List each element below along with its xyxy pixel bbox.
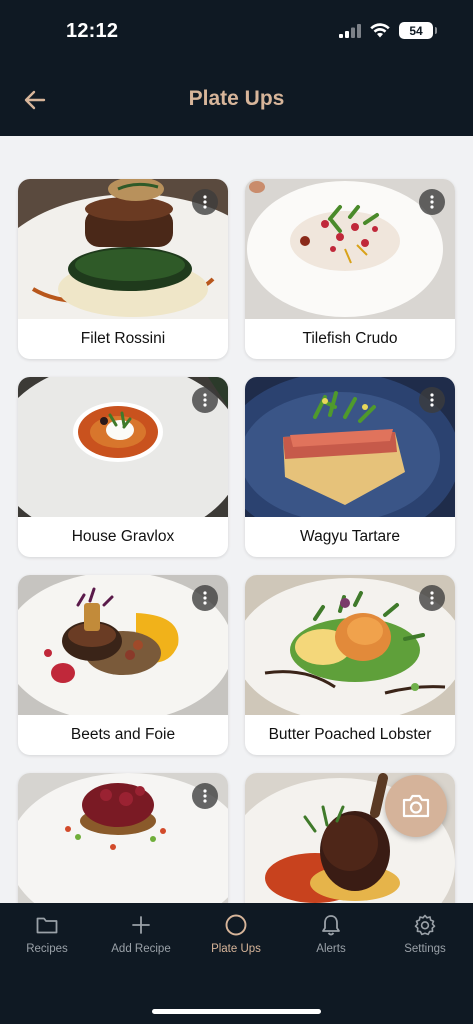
plate-title: Butter Poached Lobster <box>268 726 432 743</box>
status-bar: 12:12 54 <box>0 0 473 62</box>
plate-card[interactable]: Wagyu Tartare <box>245 377 455 557</box>
battery-indicator: 54 <box>399 22 437 39</box>
more-options-button[interactable] <box>192 387 218 413</box>
tab-settings[interactable]: Settings <box>378 913 472 955</box>
tab-label: Add Recipe <box>111 943 171 955</box>
more-options-button[interactable] <box>192 189 218 215</box>
signal-icon <box>339 23 361 38</box>
more-vertical-icon <box>430 393 434 407</box>
plate-card[interactable]: Tilefish Crudo <box>245 179 455 359</box>
more-vertical-icon <box>203 393 207 407</box>
tab-plate-ups[interactable]: Plate Ups <box>189 913 283 955</box>
page-title: Plate Ups <box>188 87 285 110</box>
plate-card[interactable]: Beets and Foie <box>18 575 228 755</box>
plate-title: Beets and Foie <box>70 726 176 743</box>
more-vertical-icon <box>203 789 207 803</box>
plate-title: Tilefish Crudo <box>302 330 398 347</box>
tab-label: Plate Ups <box>211 943 261 955</box>
tab-add-recipe[interactable]: Add Recipe <box>94 913 188 955</box>
status-time: 12:12 <box>66 20 119 42</box>
plate-title: Filet Rossini <box>80 330 166 347</box>
more-options-button[interactable] <box>192 783 218 809</box>
home-indicator[interactable] <box>152 1009 321 1014</box>
more-vertical-icon <box>203 591 207 605</box>
plate-card[interactable] <box>18 773 228 903</box>
more-options-button[interactable] <box>192 585 218 611</box>
more-vertical-icon <box>430 195 434 209</box>
wifi-icon <box>370 23 390 38</box>
more-options-button[interactable] <box>419 585 445 611</box>
more-vertical-icon <box>203 195 207 209</box>
tab-alerts[interactable]: Alerts <box>284 913 378 955</box>
tab-label: Alerts <box>316 943 346 955</box>
plate-title: House Gravlox <box>71 528 175 545</box>
folder-icon <box>35 913 59 937</box>
camera-button[interactable] <box>385 775 447 837</box>
tab-label: Settings <box>404 943 446 955</box>
plus-icon <box>129 913 153 937</box>
plate-title: Wagyu Tartare <box>300 528 400 545</box>
more-vertical-icon <box>430 591 434 605</box>
camera-icon <box>402 794 430 818</box>
more-options-button[interactable] <box>419 387 445 413</box>
plate-card[interactable]: House Gravlox <box>18 377 228 557</box>
tab-recipes[interactable]: Recipes <box>0 913 94 955</box>
tab-bar: Recipes Add Recipe Plate Ups Alerts Sett… <box>0 903 473 1024</box>
bell-icon <box>319 913 343 937</box>
tab-label: Recipes <box>26 943 68 955</box>
more-options-button[interactable] <box>419 189 445 215</box>
status-icons: 54 <box>339 22 437 39</box>
app-header: Plate Ups <box>0 62 473 136</box>
gear-icon <box>413 913 437 937</box>
plate-card[interactable]: Butter Poached Lobster <box>245 575 455 755</box>
plate-card[interactable]: Filet Rossini <box>18 179 228 359</box>
circle-icon <box>224 913 248 937</box>
